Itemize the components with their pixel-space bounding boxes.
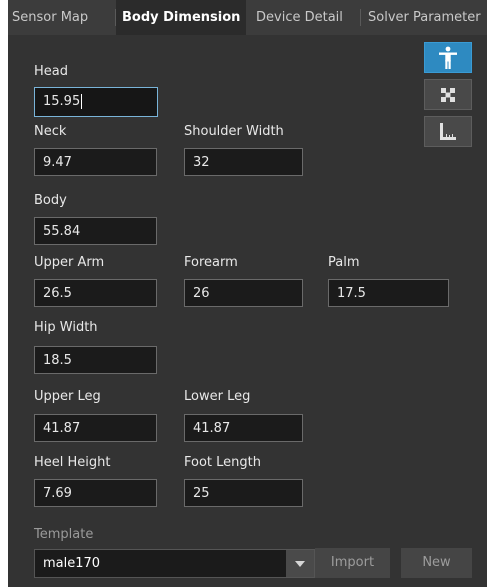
- forearm-input[interactable]: 26: [184, 279, 303, 307]
- palm-label: Palm: [328, 255, 360, 270]
- body-input[interactable]: 55.84: [34, 217, 157, 245]
- template-dropdown-button[interactable]: [286, 550, 314, 577]
- template-selected-value: male170: [43, 556, 101, 571]
- ruler-icon: [440, 122, 456, 140]
- template-label: Template: [34, 527, 94, 542]
- text-cursor: [81, 94, 83, 109]
- template-select[interactable]: male170: [34, 549, 315, 578]
- lower-leg-label: Lower Leg: [184, 389, 251, 404]
- foot-length-input[interactable]: 25: [184, 479, 303, 507]
- shoulder-width-input[interactable]: 32: [184, 148, 303, 176]
- tab-solver-parameter[interactable]: Solver Parameter: [368, 0, 481, 35]
- upper-arm-label: Upper Arm: [34, 255, 105, 270]
- foot-length-label: Foot Length: [184, 455, 261, 470]
- tab-body-dimension[interactable]: Body Dimension: [116, 0, 246, 35]
- sensor-grid-button[interactable]: [424, 79, 472, 110]
- lower-leg-input[interactable]: 41.87: [184, 414, 303, 442]
- upper-leg-input[interactable]: 41.87: [34, 414, 157, 442]
- upper-arm-input[interactable]: 26.5: [34, 279, 157, 307]
- forearm-label: Forearm: [184, 255, 238, 270]
- body-view-button[interactable]: [424, 42, 472, 73]
- measure-button[interactable]: [424, 116, 472, 147]
- hip-width-input[interactable]: 18.5: [34, 346, 157, 374]
- head-value: 15.95: [43, 94, 81, 109]
- neck-label: Neck: [34, 124, 67, 139]
- heel-height-input[interactable]: 7.69: [34, 479, 157, 507]
- new-button[interactable]: New: [401, 548, 472, 578]
- head-input[interactable]: 15.95: [34, 87, 158, 117]
- heel-height-label: Heel Height: [34, 455, 111, 470]
- head-label: Head: [34, 64, 68, 79]
- tab-device-detail[interactable]: Device Detail: [256, 0, 343, 35]
- hip-width-label: Hip Width: [34, 320, 98, 335]
- tab-sensor-map[interactable]: Sensor Map: [12, 0, 88, 35]
- import-button[interactable]: Import: [315, 548, 390, 578]
- palm-input[interactable]: 17.5: [328, 279, 449, 307]
- body-dimension-panel: Sensor Map Body Dimension Device Detail …: [8, 0, 487, 587]
- chevron-down-icon: [295, 560, 305, 567]
- tab-divider: [360, 9, 361, 26]
- body-label: Body: [34, 193, 67, 208]
- upper-leg-label: Upper Leg: [34, 389, 101, 404]
- grid-pattern-icon: [441, 87, 455, 102]
- human-figure-icon: [439, 46, 457, 69]
- tab-bar: Sensor Map Body Dimension Device Detail …: [8, 0, 487, 35]
- shoulder-width-label: Shoulder Width: [184, 124, 284, 139]
- neck-input[interactable]: 9.47: [34, 148, 157, 176]
